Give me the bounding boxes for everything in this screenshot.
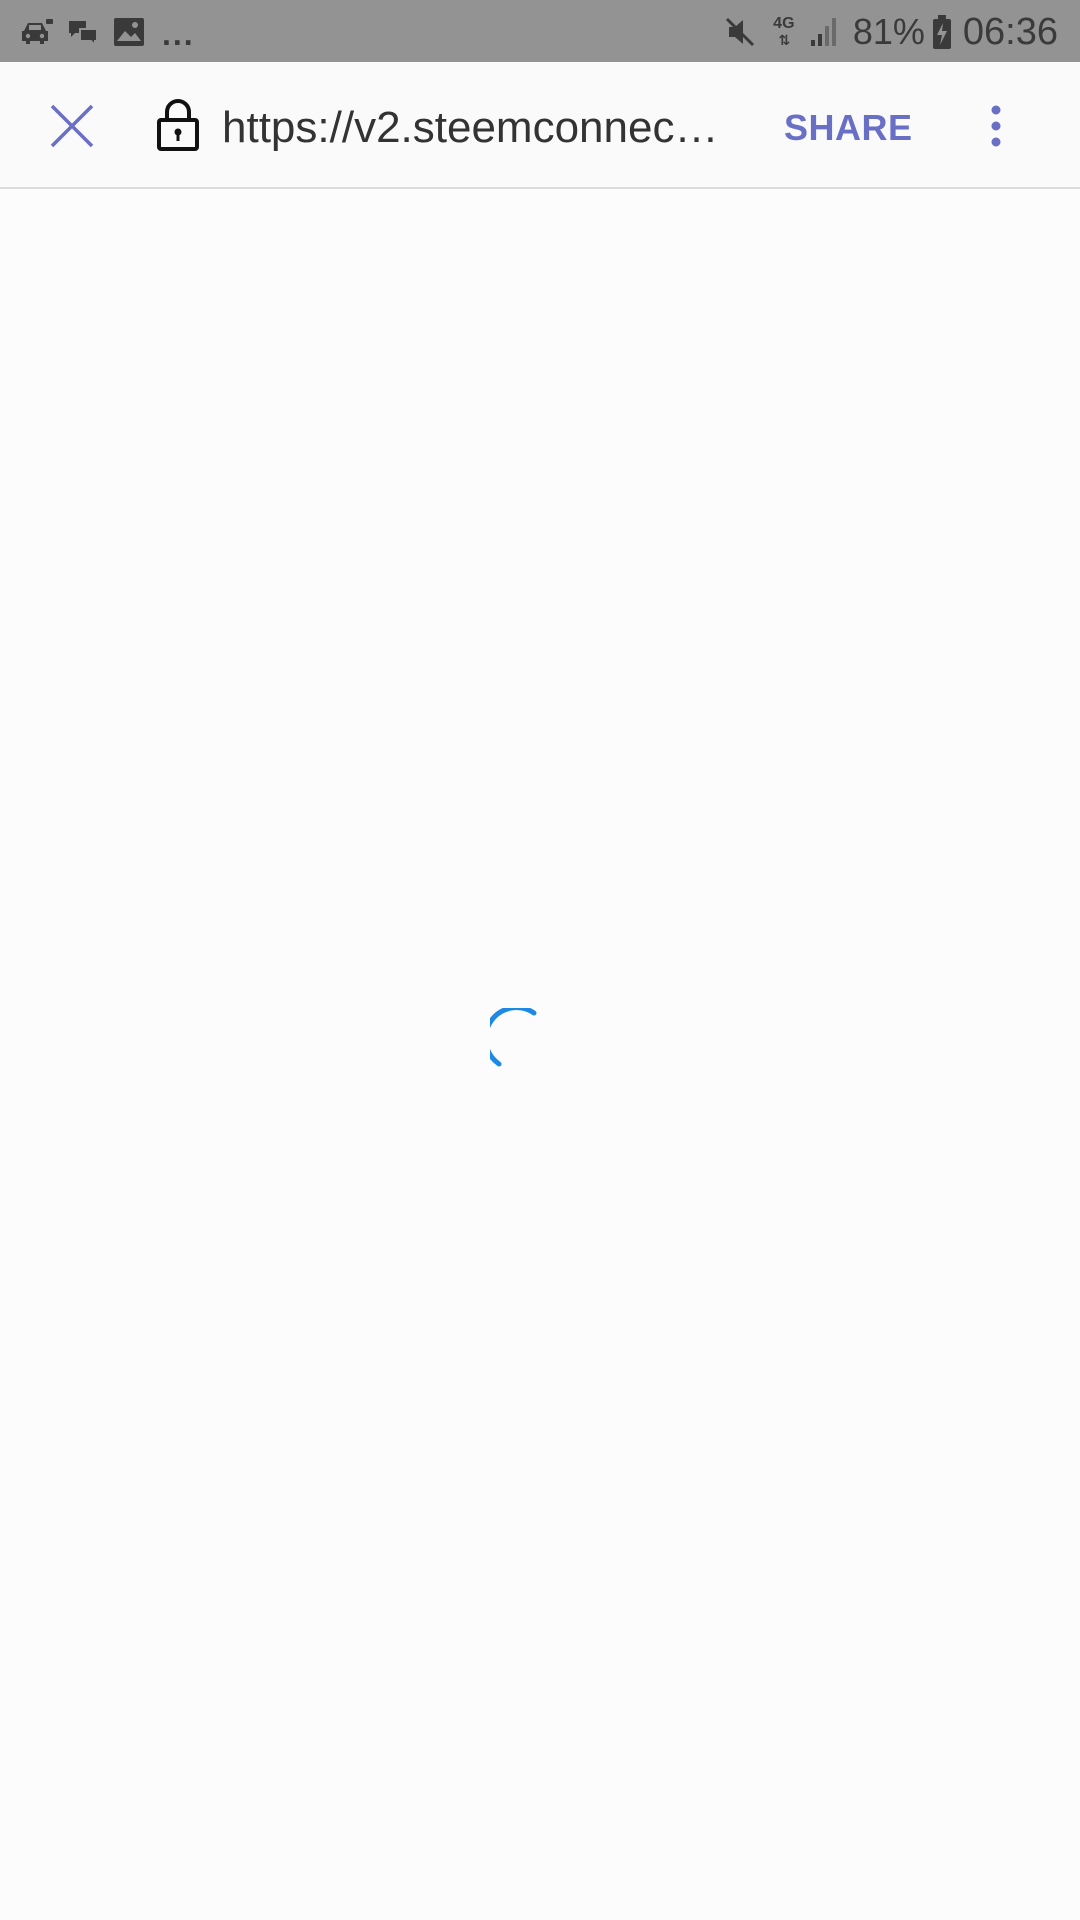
loading-spinner-icon [490, 1008, 537, 1067]
chat-icon [66, 16, 100, 48]
status-bar: ... 4G ⇅ 81% 06:36 [0, 0, 1080, 62]
more-vert-icon [991, 105, 1001, 147]
network-type-indicator: 4G ⇅ [771, 15, 797, 49]
overflow-menu-button[interactable] [976, 98, 1016, 154]
close-button[interactable] [44, 98, 100, 154]
battery-charging-icon [931, 14, 953, 50]
more-notifications-indicator: ... [162, 16, 195, 52]
mute-icon [723, 15, 757, 49]
browser-toolbar: https://v2.steemconnect.c… SHARE [0, 62, 1080, 189]
share-button[interactable]: SHARE [784, 102, 913, 154]
close-icon [50, 104, 94, 148]
network-type-label: 4G [773, 15, 795, 32]
battery-percentage: 81% [852, 11, 925, 52]
clock: 06:36 [962, 10, 1058, 53]
signal-strength-icon [809, 16, 839, 48]
url-bar[interactable]: https://v2.steemconnect.c… [222, 100, 722, 156]
notification-area: ... [20, 12, 195, 52]
data-activity-icon: ⇅ [778, 32, 790, 48]
system-status-area: 4G ⇅ 81% 06:36 [723, 8, 1058, 56]
car-icon [20, 16, 54, 48]
image-icon [112, 16, 146, 48]
lock-icon[interactable] [156, 98, 200, 152]
